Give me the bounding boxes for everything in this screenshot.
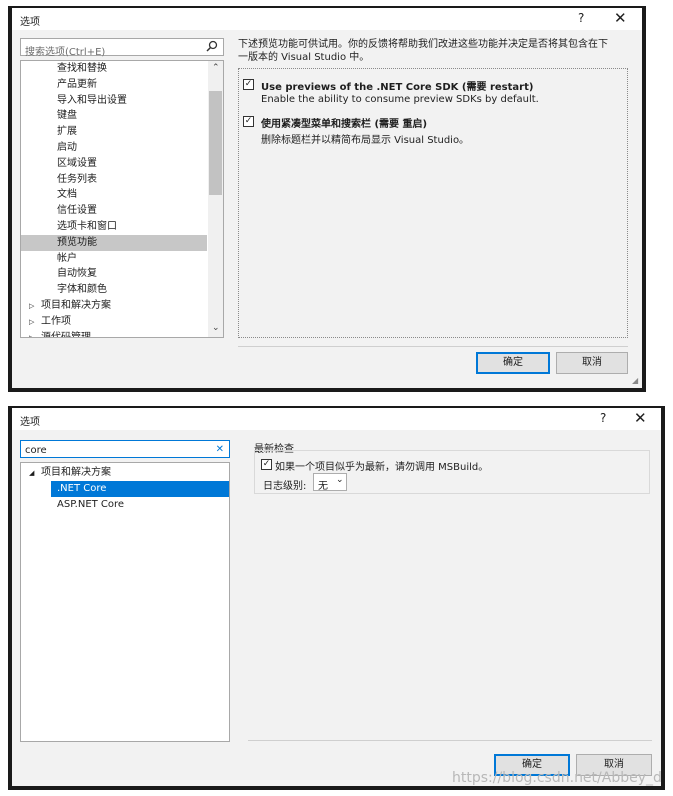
scroll-thumb[interactable] [209,91,222,195]
option-desc-2: 删除标题栏并以精简布局显示 Visual Studio。 [261,135,470,146]
tree-item-label: 扩展 [57,126,77,138]
tree-item-label: 预览功能 [57,236,97,248]
tree-item-label: 产品更新 [57,78,97,90]
tree-item-label: 帐户 [57,252,77,264]
search-options-input[interactable]: 搜索选项(Ctrl+E) [20,38,224,58]
dialog-title: 选项 [20,17,40,28]
tree-item[interactable]: 键盘 [21,108,207,124]
description-line-2: 一版本的 Visual Studio 中。 [238,52,370,63]
options-dialog-2: 选项 ? ✕ core ✕ ASP.NET Core .NET Core ◢ 项目和解… [12,408,661,786]
tree-item-label: 项目和解决方案 [41,300,111,311]
tree-item[interactable]: 查找和替换 [21,61,207,77]
tree-item-label: 自动恢复 [57,268,97,280]
options-tree: ▷ 源代码管理 ▷ 工作项 ▷ 项目和解决方案 字体和颜色 自动恢复 帐户 预览功能 选项卡和窗口信… [20,60,224,338]
tree-item[interactable]: ▷ 项目和解决方案 [21,298,207,314]
tree-item-label: 任务列表 [57,173,97,185]
footer-divider [238,346,628,347]
log-level-select[interactable]: 无 ⌄ [313,473,347,492]
msbuild-checkbox[interactable]: ✓ [261,459,272,470]
tree-item-label: 导入和导出设置 [57,94,127,106]
tree-item[interactable]: 扩展 [21,124,207,140]
up-to-date-check-group: ✓ 如果一个项目似乎为最新，请勿调用 MSBuild。 日志级别: 无 ⌄ [254,450,650,494]
tree-item-label: 项目和解决方案 [41,467,111,478]
option-label-1: Use previews of the .NET Core SDK (需要 re… [261,82,534,93]
tree-item-label: 查找和替换 [57,63,107,74]
search-options-input[interactable]: core ✕ [20,440,230,458]
tree-item-label: 源代码管理 [41,331,91,338]
title-bar: 选项 ? ✕ [12,408,661,430]
close-button[interactable]: ✕ [634,409,647,427]
option-checkbox-2[interactable]: ✓ [243,116,254,127]
chevron-down-icon: ⌄ [336,475,344,485]
tree-item-label: 字体和颜色 [57,284,107,296]
tree-item[interactable]: 自动恢复 [21,266,207,282]
search-icon [206,40,218,55]
tree-item-label: 工作项 [41,315,71,327]
tree-item-label: 启动 [57,142,77,153]
tree-item-label: ASP.NET Core [57,499,125,510]
tree-item[interactable]: ASP.NET Core [21,497,229,513]
log-level-label: 日志级别: [263,481,307,492]
search-value: core [25,445,47,456]
tree-item-label: 文档 [57,189,77,201]
dialog-title: 选项 [20,417,40,428]
preview-features-panel: ✓ Use previews of the .NET Core SDK (需要 … [238,68,628,338]
expander-icon[interactable]: ▷ [29,298,34,314]
tree-item[interactable]: .NET Core [51,481,229,497]
expander-icon[interactable]: ◢ [29,465,34,481]
help-button[interactable]: ? [578,11,584,25]
tree-item-label: 键盘 [57,110,77,122]
help-button[interactable]: ? [600,411,606,425]
tree-item[interactable]: ▷ 工作项 [21,314,207,330]
tree-item[interactable]: 导入和导出设置 [21,93,207,109]
tree-item[interactable]: 产品更新 [21,77,207,93]
tree-item-label: 区域设置 [57,157,97,169]
tree-item[interactable]: 任务列表 [21,172,207,188]
expander-icon[interactable]: ▷ [29,314,34,330]
ok-button[interactable]: 确定 [476,352,550,374]
watermark: https://blog.csdn.net/Abbey_d [452,770,662,786]
clear-search-icon[interactable]: ✕ [216,444,224,455]
description-line-1: 下述预览功能可供试用。你的反馈将帮助我们改进这些功能并决定是否将其包含在下 [238,39,608,50]
tree-item-label: 选项卡和窗口 [57,221,117,232]
tree-item[interactable]: 信任设置 [21,203,207,219]
tree-item[interactable]: 文档 [21,187,207,203]
scroll-up-icon[interactable]: ⌃ [212,63,220,73]
tree-item-label: 信任设置 [57,205,97,217]
tree-item[interactable]: ▷ 源代码管理 [21,330,207,338]
tree-item[interactable]: 预览功能 [21,234,207,251]
option-desc-1: Enable the ability to consume preview SD… [261,94,539,105]
tree-item-label: .NET Core [57,483,107,494]
tree-scrollbar[interactable]: ⌃ ⌄ [208,61,223,337]
option-checkbox-1[interactable]: ✓ [243,79,254,90]
options-dialog-1: 选项 ? ✕ 搜索选项(Ctrl+E) ▷ 源代码管理 ▷ 工作项 ▷ 项目和解决方案 字体… [12,8,642,388]
tree-item[interactable]: 选项卡和窗口 [21,219,207,235]
search-placeholder: 搜索选项(Ctrl+E) [25,47,106,58]
options-tree: ASP.NET Core .NET Core ◢ 项目和解决方案 [20,462,230,742]
tree-item[interactable]: ◢ 项目和解决方案 [21,465,229,481]
expander-icon[interactable]: ▷ [29,330,34,337]
tree-item[interactable]: 启动 [21,140,207,156]
cancel-button[interactable]: 取消 [556,352,628,374]
option-label-2: 使用紧凑型菜单和搜索栏 (需要 重启) [261,119,428,130]
footer-divider [248,740,652,741]
tree-item[interactable]: 帐户 [21,251,207,267]
msbuild-check-label: 如果一个项目似乎为最新，请勿调用 MSBuild。 [275,462,489,473]
close-button[interactable]: ✕ [614,9,627,27]
tree-item[interactable]: 区域设置 [21,156,207,172]
tree-item[interactable]: 字体和颜色 [21,282,207,298]
title-bar: 选项 ? ✕ [12,8,642,30]
scroll-down-icon[interactable]: ⌄ [212,323,220,333]
description-text: 下述预览功能可供试用。你的反馈将帮助我们改进这些功能并决定是否将其包含在下 一版… [238,38,628,64]
resize-grip-icon[interactable]: ◢ [632,376,638,385]
log-level-value: 无 [318,481,328,492]
